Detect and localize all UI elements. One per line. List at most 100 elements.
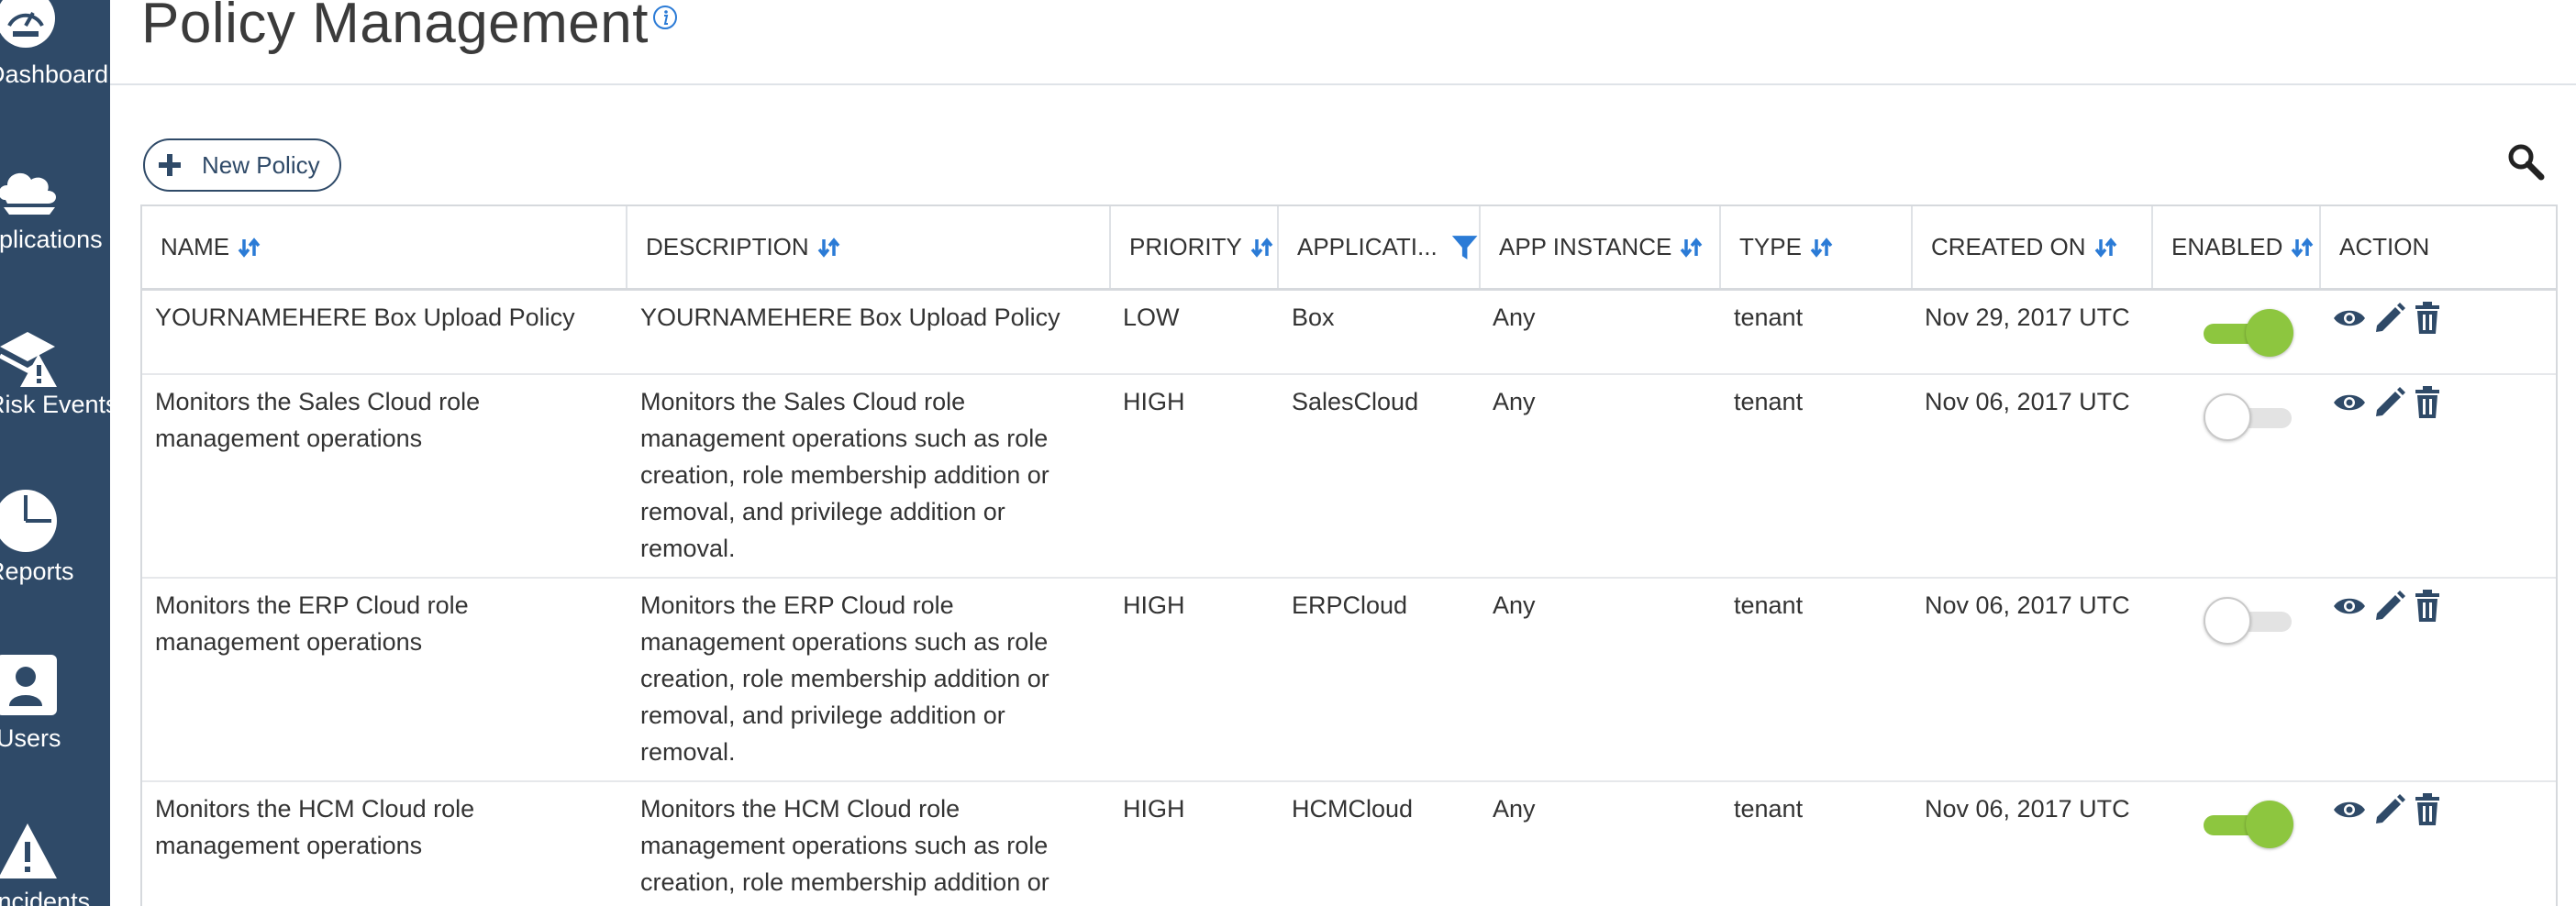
cell-type: tenant	[1734, 304, 1804, 331]
table-row: YOURNAMEHERE Box Upload Policy YOURNAMEH…	[142, 291, 2556, 375]
cell-text-line: management operations such as role	[640, 425, 1049, 452]
cell-text-line: Monitors the HCM Cloud role	[640, 795, 960, 823]
column-label: APPLICATI...	[1297, 233, 1438, 260]
cell-description: Monitors the ERP Cloud role management o…	[640, 579, 1099, 770]
cell-text-line: Monitors the ERP Cloud role	[155, 591, 469, 619]
cell-text-line: management operations	[155, 628, 423, 656]
cell-application: Box	[1292, 304, 1335, 331]
cell-created-on: Nov 06, 2017 UTC	[1925, 388, 2130, 415]
view-eye-icon[interactable]	[2333, 307, 2366, 334]
cell-name: Monitors the HCM Cloud role management o…	[155, 782, 614, 864]
column-header-application[interactable]: APPLICATI...	[1279, 206, 1481, 288]
cell-text-line: YOURNAMEHERE Box Upload Policy	[640, 304, 1060, 331]
cell-text-line: management operations	[155, 832, 423, 859]
delete-trash-icon[interactable]	[2414, 590, 2441, 627]
sidebar-item-users[interactable]: Users	[0, 651, 110, 789]
column-label: APP INSTANCE	[1499, 233, 1672, 260]
enabled-toggle[interactable]	[2204, 393, 2295, 441]
view-eye-icon[interactable]	[2333, 799, 2366, 825]
cloud-apps-icon	[0, 172, 56, 215]
sort-icon[interactable]	[1249, 236, 1275, 260]
cell-text-line: Monitors the ERP Cloud role	[640, 591, 954, 619]
edit-pencil-icon[interactable]	[2373, 302, 2406, 339]
edit-pencil-icon[interactable]	[2373, 793, 2406, 831]
column-header-app-instance[interactable]: APP INSTANCE	[1481, 206, 1721, 288]
enabled-toggle[interactable]	[2204, 309, 2295, 357]
column-header-description[interactable]: DESCRIPTION	[627, 206, 1111, 288]
sidebar-item-reports[interactable]: Reports	[0, 486, 110, 624]
cell-text-line: removal.	[640, 738, 736, 766]
sidebar-item-risk-events[interactable]: Risk Events	[0, 321, 110, 459]
cell-app-instance: Any	[1493, 591, 1536, 619]
cell-description: Monitors the Sales Cloud role management…	[640, 375, 1099, 567]
cell-text-line: removal.	[640, 535, 736, 562]
toggle-knob	[2246, 801, 2293, 848]
enabled-toggle[interactable]	[2204, 597, 2295, 645]
page-title: Policy Management	[141, 0, 649, 55]
edit-pencil-icon[interactable]	[2373, 386, 2406, 424]
toggle-knob	[2204, 597, 2251, 645]
column-header-action: ACTION	[2321, 206, 2558, 288]
cell-description: Monitors the HCM Cloud role management o…	[640, 782, 1099, 900]
delete-trash-icon[interactable]	[2414, 386, 2441, 424]
sort-icon[interactable]	[1679, 236, 1704, 260]
view-eye-icon[interactable]	[2333, 392, 2366, 418]
column-label: NAME	[161, 233, 230, 260]
sidebar-item-applications[interactable]: Applications	[0, 156, 110, 293]
column-label: PRIORITY	[1129, 233, 1242, 260]
sort-icon[interactable]	[816, 236, 842, 260]
column-header-type[interactable]: TYPE	[1721, 206, 1913, 288]
cell-text-line: creation, role membership addition or	[640, 665, 1049, 692]
sidebar-item-label: Dashboard	[0, 61, 109, 88]
pie-chart-icon	[0, 490, 57, 552]
sidebar-item-dashboard[interactable]: Dashboard	[0, 0, 110, 119]
policy-table: NAME DESCRIPTION PRIORITY APPLICATI... A…	[140, 204, 2558, 906]
dashboard-gauge-icon	[0, 0, 55, 48]
delete-trash-icon[interactable]	[2414, 302, 2441, 339]
column-label: TYPE	[1739, 233, 1802, 260]
sort-icon[interactable]	[2290, 236, 2315, 260]
column-label: ACTION	[2339, 233, 2430, 260]
search-icon[interactable]	[2506, 142, 2547, 182]
column-header-name[interactable]: NAME	[142, 206, 627, 288]
filter-icon[interactable]	[1450, 232, 1479, 263]
cell-created-on: Nov 06, 2017 UTC	[1925, 795, 2130, 823]
cell-text-line: management operations such as role	[640, 832, 1049, 859]
cell-application: ERPCloud	[1292, 591, 1408, 619]
table-row: Monitors the Sales Cloud role management…	[142, 375, 2556, 579]
new-policy-label: New Policy	[202, 150, 320, 179]
view-eye-icon[interactable]	[2333, 595, 2366, 622]
sidebar-item-label: Users	[0, 724, 61, 752]
column-header-created-on[interactable]: CREATED ON	[1913, 206, 2153, 288]
enabled-toggle[interactable]	[2204, 801, 2295, 848]
sidebar-item-label: Risk Events	[0, 391, 110, 418]
column-header-priority[interactable]: PRIORITY	[1111, 206, 1279, 288]
cell-application: HCMCloud	[1292, 795, 1414, 823]
cell-text-line: creation, role membership addition or	[640, 868, 1049, 896]
cell-name: Monitors the ERP Cloud role management o…	[155, 579, 614, 660]
toggle-knob	[2246, 309, 2293, 357]
column-label: ENABLED	[2171, 233, 2283, 260]
row-actions	[2333, 590, 2448, 627]
column-header-enabled[interactable]: ENABLED	[2153, 206, 2321, 288]
cell-text-line: removal, and privilege addition or	[640, 498, 1005, 525]
sort-icon[interactable]	[237, 236, 262, 260]
sort-icon[interactable]	[2093, 236, 2119, 260]
cell-app-instance: Any	[1493, 304, 1536, 331]
cell-priority: HIGH	[1123, 795, 1185, 823]
sidebar-item-label: Incidents	[0, 888, 91, 906]
cell-application: SalesCloud	[1292, 388, 1419, 415]
new-policy-button[interactable]: New Policy	[143, 138, 341, 192]
cell-priority: LOW	[1123, 304, 1180, 331]
cell-text-line: management operations such as role	[640, 628, 1049, 656]
sidebar-item-incidents[interactable]: Incidents	[0, 807, 110, 906]
edit-pencil-icon[interactable]	[2373, 590, 2406, 627]
cell-description: YOURNAMEHERE Box Upload Policy	[640, 291, 1099, 336]
delete-trash-icon[interactable]	[2414, 793, 2441, 831]
cell-priority: HIGH	[1123, 388, 1185, 415]
risk-events-icon	[0, 332, 57, 387]
toggle-knob	[2204, 393, 2251, 441]
sort-icon[interactable]	[1809, 236, 1835, 260]
info-icon[interactable]	[651, 4, 679, 31]
row-actions	[2333, 793, 2448, 831]
